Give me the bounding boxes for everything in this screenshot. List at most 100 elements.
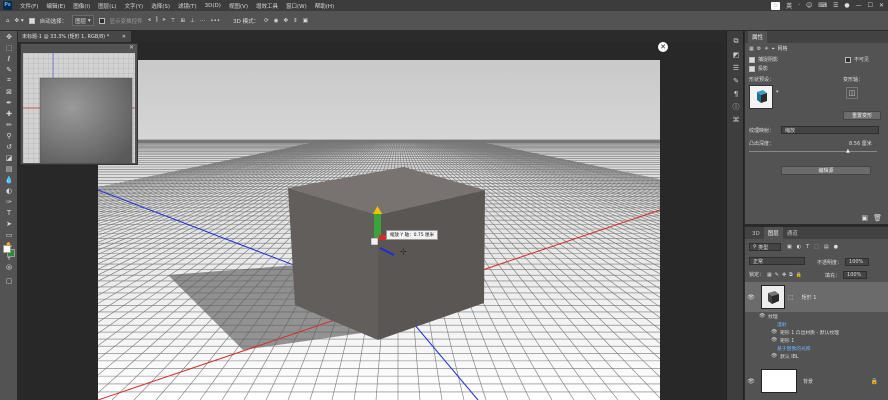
extrusion-depth-slider[interactable] (749, 151, 877, 152)
healing-brush-tool-icon[interactable]: ✚ (0, 108, 18, 119)
keyboard-icon[interactable]: ⌨ (818, 2, 827, 9)
ibl-eye-icon[interactable]: 👁 (771, 354, 777, 359)
info-panel-icon[interactable]: ⓘ (727, 100, 745, 113)
clone-stamp-tool-icon[interactable]: ⚲ (0, 130, 18, 141)
align-bottom-icon[interactable]: ⊥ (190, 18, 195, 24)
align-middle-icon[interactable]: ⊞ (180, 18, 185, 24)
lock-all-icon[interactable]: 🔒 (796, 272, 802, 278)
color-panel-icon[interactable]: ◩ (727, 48, 745, 61)
maximize-button[interactable]: ☐ (868, 2, 873, 9)
pen-tool-icon[interactable]: ✑ (0, 196, 18, 207)
gizmo-y-axis[interactable] (374, 212, 381, 238)
catch-shadows-checkbox[interactable] (749, 56, 755, 63)
menu-plugins[interactable]: 增效工具 (252, 2, 282, 10)
align-right-icon[interactable]: ⫸ (163, 17, 166, 24)
layer-filter-select[interactable]: ⚲ 类型 (749, 243, 781, 251)
menu-type[interactable]: 文字(Y) (121, 2, 148, 10)
styles-panel-icon[interactable]: ⌘ (727, 113, 745, 126)
auto-select-dropdown[interactable]: 图层 ▾ (72, 15, 94, 26)
roll-3d-icon[interactable]: ◉ (274, 18, 279, 24)
document-tab[interactable]: 未标题-1 @ 33.3% (矩形 1, RGB/8) * ✕ (18, 31, 132, 42)
properties-new-icon[interactable]: ▣ (861, 214, 868, 222)
menu-help[interactable]: 帮助(H) (311, 2, 338, 10)
blend-mode-select[interactable]: 正常 (749, 257, 805, 265)
document-tab-close-icon[interactable]: ✕ (122, 34, 126, 40)
layer-name[interactable]: 背景 (803, 378, 813, 385)
eraser-tool-icon[interactable]: ◪ (0, 152, 18, 163)
invisible-checkbox[interactable] (845, 56, 851, 63)
menu-image[interactable]: 图像(I) (69, 2, 94, 10)
edit-source-button[interactable]: 编辑源 (781, 166, 871, 175)
shape-tool-icon[interactable]: ▭ (0, 229, 18, 240)
texture-2-eye-icon[interactable]: 👁 (771, 338, 777, 343)
move-tool-icon[interactable]: ✥ (0, 31, 18, 42)
ibl-item[interactable]: 👁 默认 IBL (771, 353, 799, 360)
lock-pixels-icon[interactable]: ▦ (767, 272, 772, 278)
emoji-icon[interactable]: ☺ (806, 2, 812, 9)
more-options-icon[interactable]: ••• (210, 18, 220, 24)
minimize-button[interactable]: — (856, 2, 862, 9)
crop-tool-icon[interactable]: ⌗ (0, 75, 18, 86)
menu-filter[interactable]: 滤镜(T) (174, 2, 201, 10)
preset-dropdown-arrow-icon[interactable]: ▾ (776, 89, 779, 95)
dodge-tool-icon[interactable]: ◐ (0, 185, 18, 196)
history-brush-tool-icon[interactable]: ↺ (0, 141, 18, 152)
menu-grid-icon[interactable]: ☰ (833, 2, 838, 9)
screen-mode-icon[interactable]: ▢ (0, 275, 18, 286)
brush-tool-icon[interactable]: ✏ (0, 119, 18, 130)
drag-3d-icon[interactable]: ✤ (284, 18, 289, 24)
menu-edit[interactable]: 编辑(E) (42, 2, 69, 10)
path-select-tool-icon[interactable]: ➤ (0, 218, 18, 229)
menu-view[interactable]: 视图(V) (225, 2, 252, 10)
deform-axis-widget[interactable]: ◫ (846, 87, 858, 99)
history-panel-icon[interactable]: ⧉ (727, 35, 745, 48)
home-icon[interactable]: ⌂ (6, 18, 10, 24)
move-tool-icon[interactable]: ✥ ▾ (15, 18, 24, 24)
type-tool-icon[interactable]: T (0, 207, 18, 218)
distribute-icon[interactable]: ⋯ (200, 18, 206, 24)
align-center-icon[interactable]: ⫿ (156, 17, 158, 24)
blur-tool-icon[interactable]: 💧 (0, 174, 18, 185)
align-top-icon[interactable]: ⊤ (171, 18, 176, 24)
filter-smart-icon[interactable]: ▤ (824, 244, 829, 250)
language-icon[interactable]: 英 (786, 1, 792, 10)
lock-paint-icon[interactable]: ✎ (775, 272, 779, 278)
canvas-3d-scene[interactable]: ⊹ (98, 60, 660, 400)
layer-row[interactable]: 👁 ⬚ 矩形 1 (745, 282, 888, 312)
navigator-close-icon[interactable]: ✕ (129, 44, 134, 51)
extrusion-depth-value[interactable]: 8.56 厘米 (849, 140, 872, 147)
orbit-3d-icon[interactable]: ⟳ (264, 18, 269, 24)
filter-toggle-icon[interactable]: ● (834, 244, 838, 250)
properties-coord-icon[interactable]: ⌖ (772, 46, 775, 52)
slide-3d-icon[interactable]: ⇕ (293, 18, 298, 24)
gizmo-center[interactable] (370, 237, 379, 246)
layer-row[interactable]: 👁 背景 🔒 (745, 367, 888, 395)
show-transform-checkbox[interactable] (98, 17, 105, 24)
align-left-icon[interactable]: ⫷ (148, 17, 151, 24)
input-method-icon[interactable]: S (771, 1, 781, 10)
extrusion-depth-slider-thumb[interactable]: ▲ (846, 148, 850, 154)
layer-name[interactable]: 矩形 1 (802, 294, 817, 301)
tab-properties[interactable]: 属性 (748, 31, 768, 43)
close-button[interactable]: ✕ (879, 2, 884, 9)
menu-window[interactable]: 窗口(W) (282, 2, 311, 10)
scale-3d-icon[interactable]: ▣ (303, 18, 308, 24)
paragraph-panel-icon[interactable]: ¶ (727, 87, 745, 100)
navigator-thumbnail[interactable]: ✕ (20, 43, 138, 165)
quick-select-tool-icon[interactable]: ✎ (0, 64, 18, 75)
shape-preset-thumbnail[interactable] (749, 85, 773, 109)
properties-light-icon[interactable]: ☀ (764, 46, 768, 52)
punctuation-icon[interactable]: · (798, 2, 800, 9)
fill-field[interactable]: 100% (843, 271, 868, 279)
visibility-eye-icon[interactable]: 👁 (745, 294, 757, 301)
marquee-tool-icon[interactable]: ⬚ (0, 42, 18, 53)
navigator-preview[interactable] (23, 53, 135, 163)
menu-3d[interactable]: 3D(D) (201, 3, 225, 9)
lasso-tool-icon[interactable]: ℓ (0, 53, 18, 64)
gradient-tool-icon[interactable]: ▤ (0, 163, 18, 174)
filter-adjust-icon[interactable]: ◐ (797, 244, 801, 250)
filter-type-icon[interactable]: T (806, 244, 809, 250)
properties-delete-icon[interactable]: 🗑 (873, 214, 882, 222)
tab-channels[interactable]: 通道 (783, 227, 802, 239)
eyedropper-tool-icon[interactable]: ✒ (0, 97, 18, 108)
